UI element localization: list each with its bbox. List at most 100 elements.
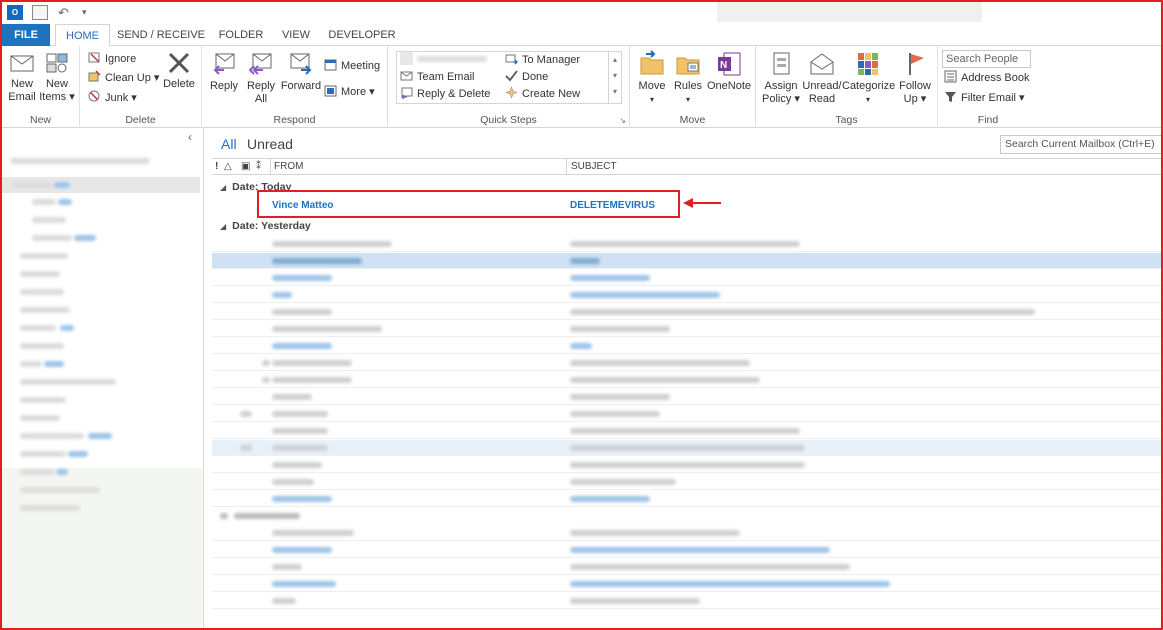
message-row-blurred[interactable] [212,389,1161,405]
folder-blurred[interactable] [20,505,80,511]
group-label-move: Move [679,114,706,126]
undo-icon[interactable]: ↶ [58,5,74,20]
folder-blurred[interactable] [20,379,116,385]
attachment-column-icon[interactable]: ⁑ [256,161,261,172]
tab-view[interactable]: VIEW [274,24,318,46]
folder-blurred[interactable] [20,397,66,403]
folder-inbox-blurred[interactable] [12,182,52,188]
assign-policy-button[interactable]: Assign Policy ▾ [760,50,802,106]
move-button[interactable]: Move ▾ [634,50,670,106]
folder-blurred[interactable] [20,253,68,259]
forward-button[interactable]: Forward [280,50,322,93]
ignore-button[interactable]: Ignore [88,51,136,68]
filter-unread-tab[interactable]: Unread [247,136,293,152]
filter-funnel-icon [945,92,956,102]
quick-steps-scroll[interactable]: ▴ ▾ ▾ [608,52,621,103]
message-row-blurred[interactable] [212,270,1161,286]
folder-blurred[interactable] [20,487,100,493]
message-row-blurred[interactable] [212,321,1161,337]
filter-all-tab[interactable]: All [221,136,237,152]
from-column-header[interactable]: FROM [274,161,303,172]
folder-blurred[interactable] [32,217,66,223]
message-row-blurred[interactable] [212,440,1161,456]
unread-read-button[interactable]: Unread/ Read [802,50,842,106]
quick-step-to-manager[interactable]: To Manager [505,52,580,69]
group-header-blurred[interactable] [212,508,1161,524]
message-row-blurred[interactable] [212,287,1161,303]
message-row-blurred[interactable] [212,593,1161,609]
message-row-blurred[interactable] [212,491,1161,507]
meeting-button[interactable]: Meeting [324,58,380,75]
message-row-blurred[interactable] [212,576,1161,592]
folder-count-blurred [44,361,64,367]
folder-blurred[interactable] [20,289,64,295]
new-email-button[interactable]: New Email [5,50,39,104]
folder-blurred[interactable] [20,343,64,349]
junk-button[interactable]: Junk ▾ [88,90,137,107]
subject-column-header[interactable]: SUBJECT [571,161,617,172]
message-row-blurred[interactable] [212,406,1161,422]
quick-steps-gallery: Team Email Reply & Delete To Manager Don… [396,51,622,104]
filter-email-button[interactable]: Filter Email ▾ [944,90,1025,107]
follow-up-button[interactable]: Follow Up ▾ [896,50,934,106]
folder-blurred[interactable] [20,361,42,367]
tab-folder[interactable]: FOLDER [212,24,270,46]
message-row-blurred[interactable] [212,355,1161,371]
tab-developer[interactable]: DEVELOPER [324,24,400,46]
search-mailbox-input[interactable]: Search Current Mailbox (Ctrl+E) [1000,135,1161,154]
quick-step-blurred[interactable] [400,52,487,69]
message-row-blurred[interactable] [212,372,1161,388]
customize-toolbar-icon[interactable]: ▾ [82,5,98,20]
message-row-blurred[interactable] [212,304,1161,320]
message-row-blurred[interactable] [212,236,1161,252]
quick-step-reply-delete[interactable]: Reply & Delete [400,86,490,103]
folder-blurred[interactable] [20,415,60,421]
collapse-folder-pane-icon[interactable]: ‹ [188,130,192,144]
onenote-button[interactable]: N OneNote [706,50,752,93]
group-header-yesterday[interactable]: ◢ Date: Yesterday [220,220,311,232]
delete-button[interactable]: Delete [160,50,198,91]
tab-send-receive[interactable]: SEND / RECEIVE [114,24,208,46]
reply-button[interactable]: Reply [206,50,242,93]
collapse-triangle-icon[interactable]: ◢ [220,222,226,231]
quick-step-create-new[interactable]: Create New [505,86,580,103]
reply-all-button[interactable]: Reply All [243,50,279,106]
outlook-logo-icon[interactable]: O [7,5,23,20]
message-row-blurred[interactable] [212,338,1161,354]
address-book-button[interactable]: Address Book [944,70,1029,87]
folder-blurred[interactable] [20,271,60,277]
importance-column-icon[interactable]: ! [215,161,218,172]
search-people-input[interactable]: Search People [942,50,1031,68]
tab-file[interactable]: FILE [2,24,50,46]
categorize-button[interactable]: Categorize ▾ [842,50,895,106]
send-receive-all-icon[interactable] [32,5,48,20]
message-row-blurred[interactable] [212,559,1161,575]
message-row-blurred[interactable] [212,423,1161,439]
quick-steps-dialog-launcher-icon[interactable]: ↘ [619,116,626,125]
message-row-blurred[interactable] [212,542,1161,558]
quick-step-done[interactable]: Done [505,69,548,86]
reminder-column-icon[interactable]: △ [224,161,232,172]
tab-home[interactable]: HOME [55,24,110,47]
rules-button[interactable]: Rules ▾ [670,50,706,106]
folder-blurred[interactable] [20,307,70,313]
more-respond-button[interactable]: More ▾ [324,84,375,101]
message-row-selected-blurred[interactable] [212,253,1161,269]
folder-blurred[interactable] [20,325,56,331]
message-row-blurred[interactable] [212,525,1161,541]
rules-dropdown-icon: ▾ [685,95,690,104]
folder-blurred[interactable] [32,235,72,241]
message-row-blurred[interactable] [212,474,1161,490]
clean-up-button[interactable]: Clean Up ▾ [88,70,159,87]
create-new-label: Create New [522,88,581,100]
ribbon-group-move: Move ▾ Rules ▾ N OneNote Move [630,46,756,128]
new-items-button[interactable]: New Items ▾ [39,50,75,104]
collapse-triangle-icon[interactable]: ◢ [220,183,226,192]
quick-step-team-email[interactable]: Team Email [400,69,474,86]
folder-blurred[interactable] [20,433,84,439]
icon-column-icon[interactable]: ▣ [241,161,250,172]
folder-blurred[interactable] [20,469,54,475]
message-row-blurred[interactable] [212,457,1161,473]
folder-blurred[interactable] [32,199,56,205]
folder-blurred[interactable] [20,451,66,457]
